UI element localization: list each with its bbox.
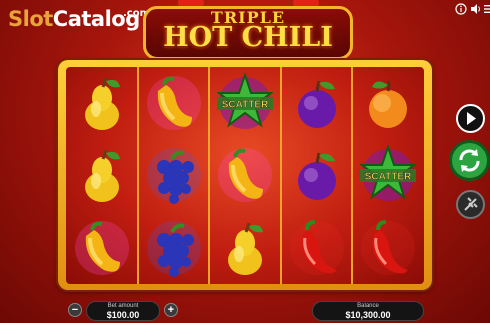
minus-button[interactable]: − — [68, 303, 82, 317]
pear-icon — [85, 149, 120, 203]
symbol-scatter: SCATTER — [352, 139, 424, 211]
symbol-pepper — [66, 212, 138, 284]
reel-separator — [208, 67, 211, 284]
symbol-grapes — [138, 139, 210, 211]
play-button[interactable] — [456, 104, 485, 133]
spin-arrows-icon — [459, 149, 480, 172]
plum-icon — [297, 153, 336, 201]
symbol-scatter: SCATTER — [209, 67, 281, 139]
pepper-icon — [146, 76, 201, 130]
symbol-pear — [209, 212, 281, 284]
symbol-pear — [66, 139, 138, 211]
symbol-peach — [352, 67, 424, 139]
symbol-pepper — [209, 139, 281, 211]
reel-2 — [138, 67, 210, 284]
pepper-icon — [218, 148, 273, 203]
symbol-pear — [66, 67, 138, 139]
minus-icon: − — [71, 304, 79, 316]
pear-icon — [228, 222, 264, 275]
menu-icon[interactable] — [482, 3, 490, 15]
reel-separator — [279, 67, 282, 284]
reel-separator — [136, 67, 139, 284]
game-logo: TRIPLE HOT CHILI — [143, 0, 353, 62]
grapes-icon — [146, 148, 201, 205]
symbol-plum — [281, 67, 353, 139]
reel-frame: SCATTER SCATTER — [58, 60, 432, 290]
chili-icon — [289, 219, 344, 275]
spin-button[interactable] — [449, 140, 490, 181]
chili-icon — [361, 219, 416, 275]
balance-display: Balance $10,300.00 — [312, 301, 424, 321]
scatter-icon: SCATTER — [360, 145, 417, 202]
scatter-label: SCATTER — [365, 172, 412, 183]
bet-value: $100.00 — [106, 310, 140, 320]
plus-button[interactable]: + — [164, 303, 178, 317]
info-icon[interactable] — [455, 3, 467, 15]
scatter-label: SCATTER — [222, 100, 269, 111]
logo-line2: HOT CHILI — [163, 22, 333, 53]
play-icon — [467, 112, 476, 125]
balance-value: $10,300.00 — [345, 310, 391, 320]
balance-label: Balance — [357, 303, 379, 309]
reel-4 — [281, 67, 353, 284]
plus-icon: + — [167, 304, 175, 316]
watermark-part1: Slot — [8, 7, 53, 31]
symbol-chili — [352, 212, 424, 284]
symbol-chili — [281, 212, 353, 284]
plum-icon — [297, 80, 336, 128]
speaker-icon[interactable] — [470, 3, 482, 15]
reels-area: SCATTER SCATTER — [66, 67, 424, 284]
symbol-pepper — [138, 67, 210, 139]
pepper-icon — [75, 220, 129, 275]
reel-5: SCATTER — [352, 67, 424, 284]
bet-label: Bet amount — [107, 303, 139, 309]
peach-icon — [369, 80, 408, 128]
grapes-icon — [146, 220, 201, 277]
reel-separator — [351, 67, 354, 284]
reel-1 — [66, 67, 138, 284]
autoplay-button[interactable] — [456, 190, 485, 219]
autoplay-icon — [464, 197, 478, 211]
symbol-plum — [281, 139, 353, 211]
pear-icon — [85, 77, 120, 130]
bet-display: Bet amount $100.00 — [86, 301, 160, 321]
reel-3: SCATTER — [209, 67, 281, 284]
symbol-grapes — [138, 212, 210, 284]
scatter-icon: SCATTER — [217, 73, 274, 129]
